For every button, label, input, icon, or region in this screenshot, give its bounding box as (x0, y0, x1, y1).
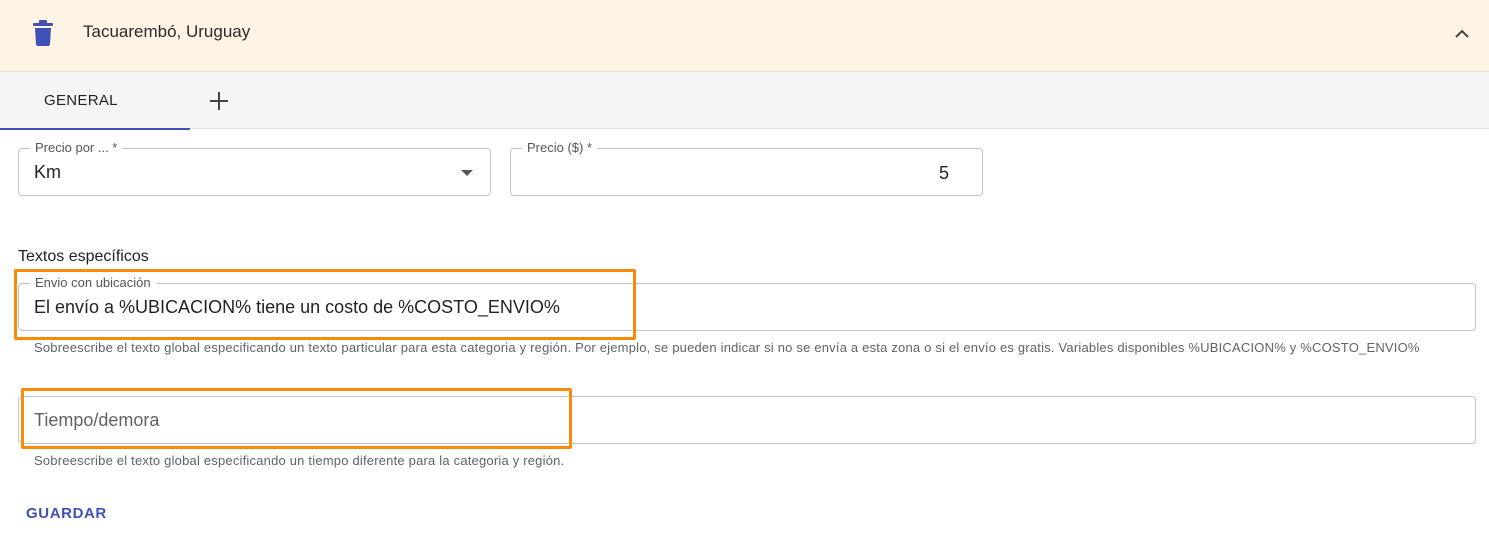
price-label: Precio ($) * (522, 140, 598, 156)
price-unit-select[interactable]: Precio por ... * Km (18, 140, 491, 196)
chevron-up-icon[interactable] (1450, 22, 1474, 46)
delivery-time-helper: Sobreescribe el texto global especifican… (34, 453, 565, 468)
shipping-text-field[interactable]: Envio con ubicación El envío a %UBICACIO… (18, 275, 1476, 331)
location-title: Tacuarembó, Uruguay (83, 22, 251, 41)
price-field[interactable]: Precio ($) * 5 (510, 140, 983, 196)
price-unit-label: Precio por ... * (30, 140, 123, 156)
trash-icon[interactable] (33, 20, 53, 46)
dropdown-arrow-icon (461, 170, 473, 176)
shipping-text-label: Envio con ubicación (30, 275, 156, 291)
tab-general[interactable]: GENERAL (0, 72, 190, 130)
shipping-text-value: El envío a %UBICACION% tiene un costo de… (34, 297, 560, 317)
plus-icon[interactable] (200, 86, 238, 116)
location-header: Tacuarembó, Uruguay (0, 0, 1489, 72)
price-value: 5 (938, 163, 949, 183)
section-title: Textos específicos (18, 248, 149, 265)
delivery-time-field[interactable]: Tiempo/demora (18, 396, 1476, 444)
tab-bar: GENERAL (0, 72, 1489, 130)
tab-general-label: GENERAL (44, 92, 118, 109)
price-unit-value: Km (34, 162, 61, 182)
delivery-time-placeholder: Tiempo/demora (34, 410, 160, 430)
save-button[interactable]: GUARDAR (14, 499, 119, 529)
shipping-text-helper: Sobreescribe el texto global especifican… (34, 340, 1420, 355)
active-tab-indicator (0, 128, 190, 130)
